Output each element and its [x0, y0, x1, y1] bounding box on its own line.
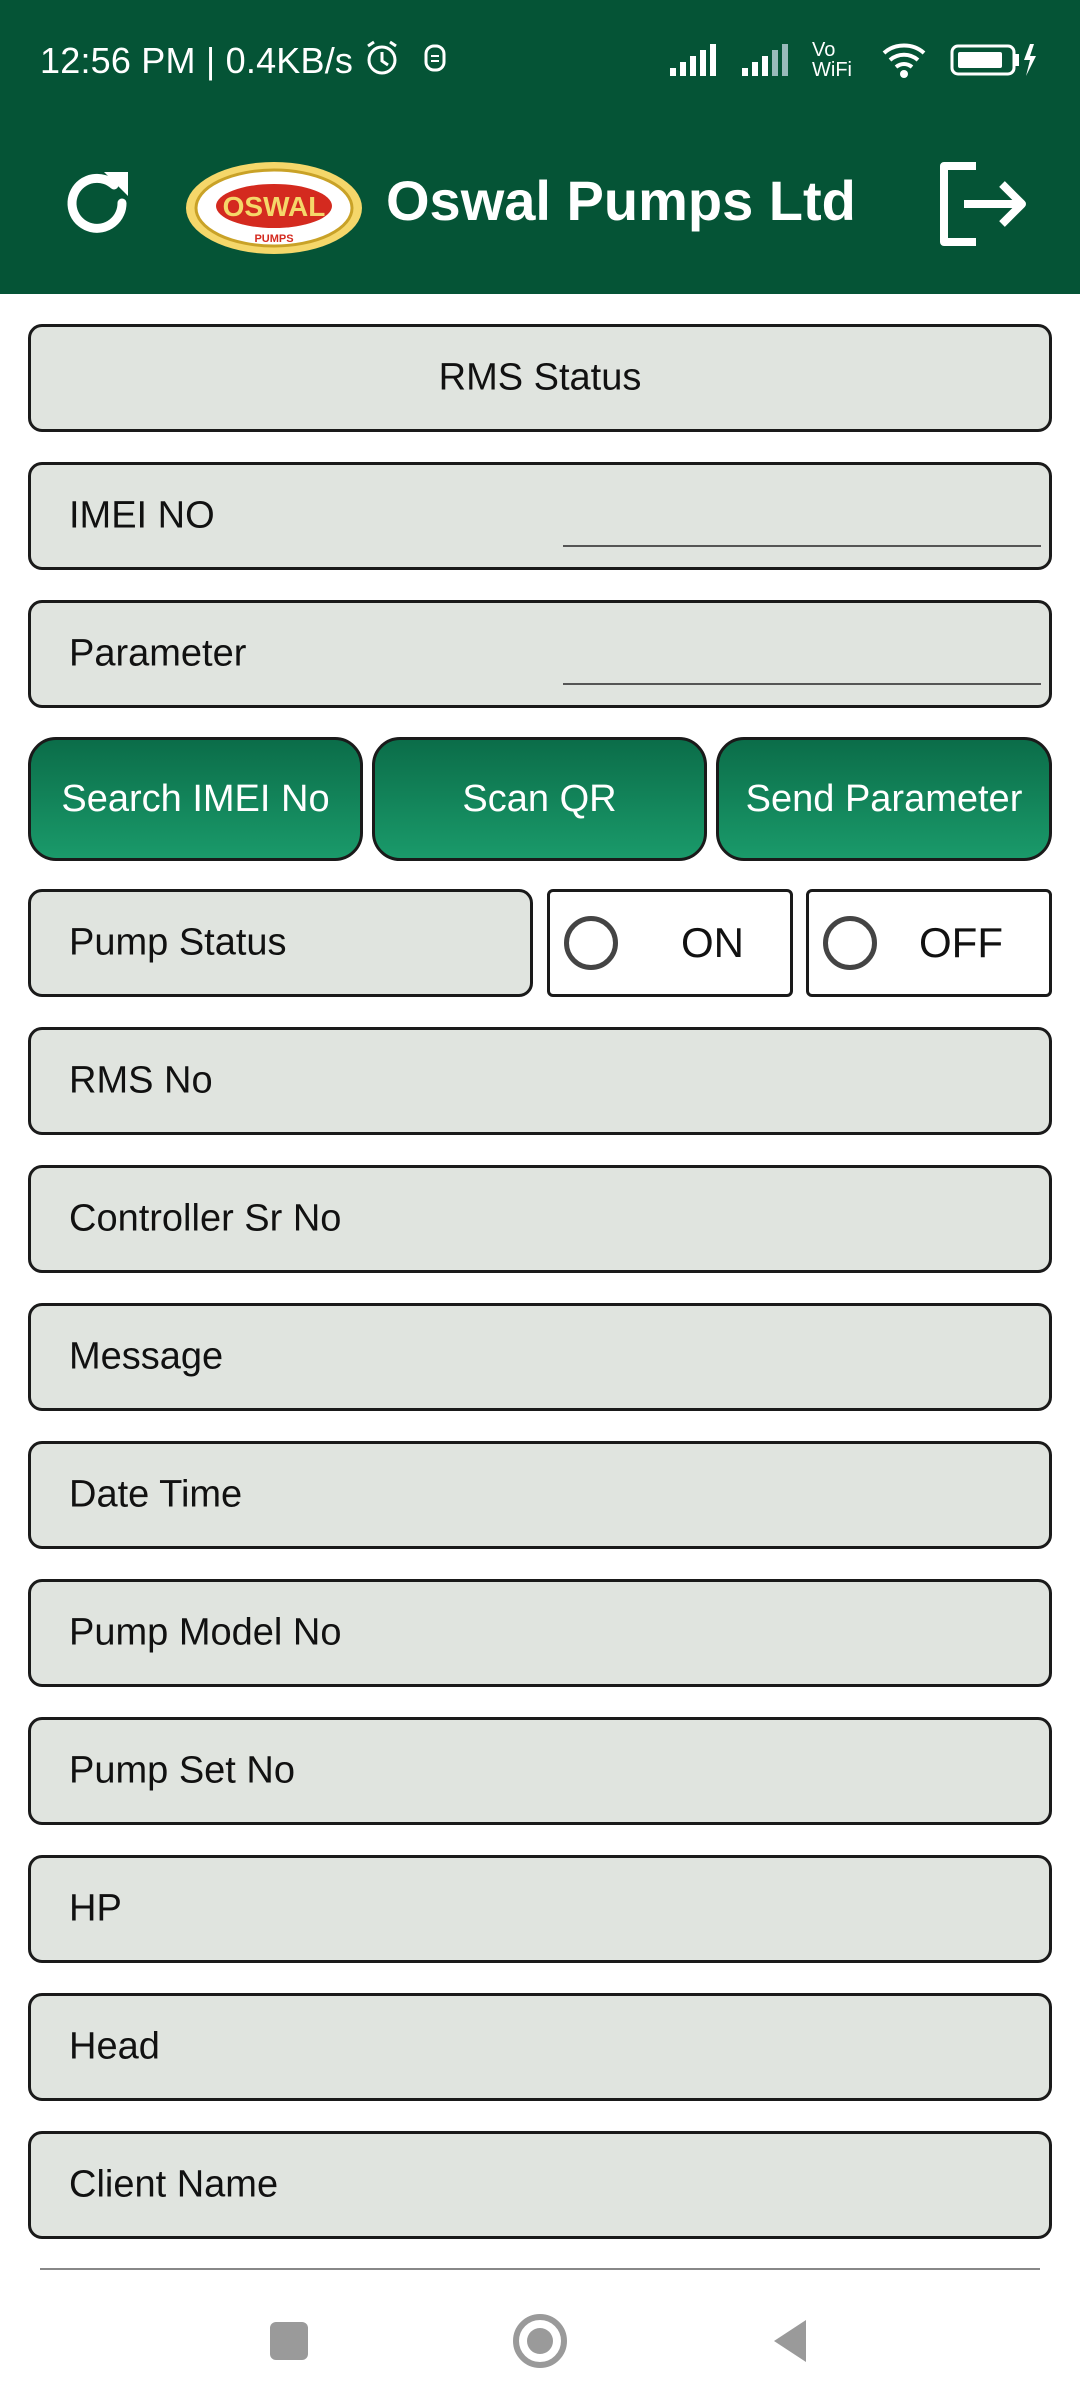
home-button[interactable] — [507, 2308, 573, 2374]
svg-text:PUMPS: PUMPS — [254, 233, 293, 245]
hp-field: HP — [28, 1855, 1052, 1963]
head-label: Head — [69, 2025, 160, 2068]
pump-on-label: ON — [681, 919, 744, 966]
parameter-input[interactable] — [563, 683, 1041, 685]
svg-text:OSWAL: OSWAL — [223, 191, 326, 222]
date-time-field: Date Time — [28, 1441, 1052, 1549]
radio-circle-icon — [564, 916, 618, 970]
controller-sr-no-field: Controller Sr No — [28, 1165, 1052, 1273]
signal-icon-2 — [740, 42, 790, 78]
battery-icon — [950, 42, 1040, 78]
message-field: Message — [28, 1303, 1052, 1411]
controller-sr-no-label: Controller Sr No — [69, 1197, 342, 1240]
alarm-icon — [362, 38, 402, 83]
rms-no-label: RMS No — [69, 1059, 213, 1102]
app-bar: OSWAL PUMPS Oswal Pumps Ltd — [0, 128, 1080, 294]
parameter-label: Parameter — [69, 632, 247, 675]
scan-qr-button[interactable]: Scan QR — [372, 737, 707, 861]
pump-status-field: Pump Status — [28, 889, 533, 997]
rms-no-field: RMS No — [28, 1027, 1052, 1135]
app-title: Oswal Pumps Ltd — [386, 169, 856, 232]
refresh-button[interactable] — [52, 158, 142, 248]
head-field: Head — [28, 1993, 1052, 2101]
system-nav-bar — [0, 2270, 1080, 2400]
send-parameter-button[interactable]: Send Parameter — [716, 737, 1052, 861]
pump-set-no-label: Pump Set No — [69, 1749, 295, 1792]
logout-icon — [940, 162, 1026, 246]
refresh-icon — [67, 172, 128, 233]
pump-model-no-field: Pump Model No — [28, 1579, 1052, 1687]
imei-input[interactable] — [563, 545, 1041, 547]
pump-off-radio[interactable]: OFF — [806, 889, 1052, 997]
date-time-label: Date Time — [69, 1473, 243, 1516]
recents-button[interactable] — [256, 2308, 322, 2374]
client-name-field: Client Name — [28, 2131, 1052, 2239]
home-icon — [513, 2314, 567, 2368]
hp-label: HP — [69, 1887, 122, 1930]
back-icon — [774, 2320, 806, 2362]
wifi-icon — [880, 41, 928, 79]
pump-on-radio[interactable]: ON — [547, 889, 793, 997]
status-bar: 12:56 PM | 0.4KB/s Vo WiFi — [0, 0, 1080, 128]
radio-circle-icon — [823, 916, 877, 970]
imei-label: IMEI NO — [69, 494, 215, 537]
logout-button[interactable] — [932, 154, 1032, 254]
pump-set-no-field: Pump Set No — [28, 1717, 1052, 1825]
signal-icon — [668, 42, 718, 78]
parameter-field[interactable]: Parameter — [28, 600, 1052, 708]
recents-icon — [270, 2322, 308, 2360]
search-imei-button[interactable]: Search IMEI No — [28, 737, 363, 861]
vowifi-indicator: Vo WiFi — [812, 39, 852, 81]
back-button[interactable] — [758, 2308, 824, 2374]
rms-status-title: RMS Status — [438, 356, 642, 399]
imei-field[interactable]: IMEI NO — [28, 462, 1052, 570]
app-root: 12:56 PM | 0.4KB/s Vo WiFi OSWAL PUMPS O… — [0, 0, 1080, 2400]
pump-model-no-label: Pump Model No — [69, 1611, 342, 1654]
message-label: Message — [69, 1335, 224, 1378]
client-name-label: Client Name — [69, 2163, 279, 2206]
status-time: 12:56 PM | 0.4KB/s — [40, 40, 354, 81]
pump-off-label: OFF — [919, 919, 1003, 966]
rms-status-header: RMS Status — [28, 324, 1052, 432]
pump-status-label: Pump Status — [69, 921, 287, 964]
company-logo: OSWAL PUMPS — [184, 158, 364, 258]
notification-icon — [420, 38, 450, 83]
